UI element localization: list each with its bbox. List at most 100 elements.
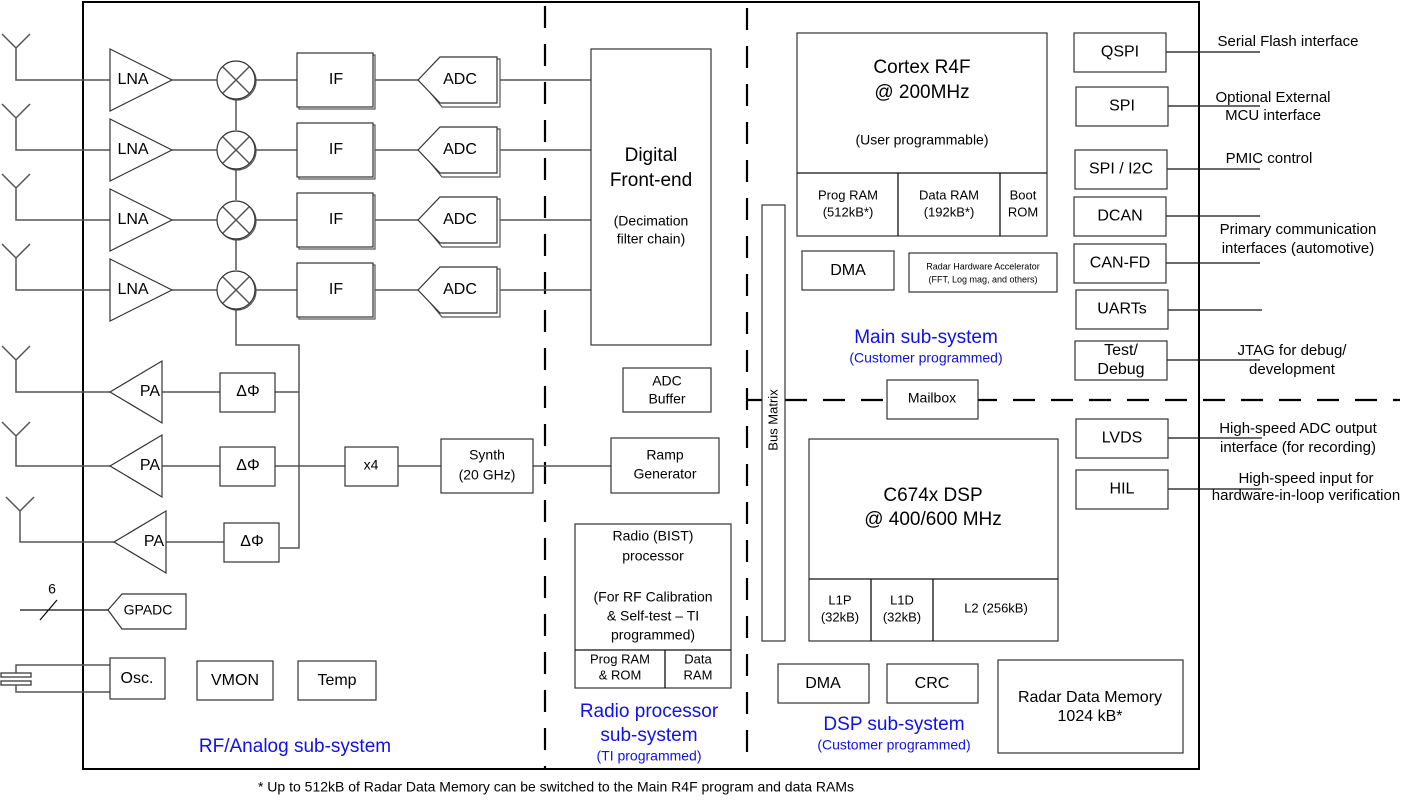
crystal-icon <box>0 664 110 693</box>
ext-label-pmic: PMIC control <box>1226 150 1313 167</box>
rx-chain-3: LNA IF ADC <box>109 188 591 252</box>
ext-label-hil-1: High-speed input for <box>1238 470 1373 487</box>
main-subsystem-subtitle: (Customer programmed) <box>849 350 1002 366</box>
ext-label-can-1: Primary communication <box>1220 221 1377 238</box>
crc-label: CRC <box>915 675 950 692</box>
adc-label: ADC <box>443 71 477 88</box>
pa-label: PA <box>140 383 160 400</box>
dsp-label-2: @ 400/600 MHz <box>864 509 1002 530</box>
ramp-label-2: Generator <box>633 466 696 482</box>
peripheral-label: DCAN <box>1097 208 1142 225</box>
ext-label-lvds-2: interface (for recording) <box>1220 439 1376 456</box>
boot-rom-label-1: Boot <box>1010 187 1037 202</box>
bist-label-4: & Self-test – TI <box>607 608 699 624</box>
radar-soc-block-diagram: LNA IF ADC LNA IF ADC LNA IF ADC LNA IF ADC PA ΔΦ PA Δ… <box>0 1 1400 795</box>
peripheral-test: Test/Debug <box>1074 340 1168 381</box>
adc-buffer-label-1: ADC <box>652 373 682 389</box>
dfe-sub-1: (Decimation <box>614 213 689 229</box>
peripheral-uarts: UARTs <box>1075 289 1169 330</box>
if-label: IF <box>329 71 343 88</box>
prog-ram-label: Prog RAM <box>818 187 878 202</box>
cortex-label-2: @ 200MHz <box>874 82 969 103</box>
bist-processor-block: Radio (BIST) processor (For RF Calibrati… <box>574 523 732 689</box>
bist-data-ram-2: RAM <box>684 667 713 682</box>
phase-shifter-label: ΔΦ <box>240 533 263 550</box>
radar-mem-size: 1024 kB* <box>1058 708 1123 725</box>
dsp-subsystem-subtitle: (Customer programmed) <box>817 737 970 753</box>
dsp-label-1: C674x DSP <box>883 485 982 506</box>
data-ram-size: (192kB*) <box>924 204 975 219</box>
adc-label: ADC <box>443 141 477 158</box>
lna-label: LNA <box>117 141 148 158</box>
ext-label-mcu-2: MCU interface <box>1225 107 1321 124</box>
radio-subsystem-title-2: sub-system <box>600 725 697 746</box>
peripheral-dcan: DCAN <box>1073 196 1167 237</box>
boot-rom-label-2: ROM <box>1008 204 1038 219</box>
hwa-label-2: (FFT, Log mag, and others) <box>928 274 1037 284</box>
dfe-title-2: Front-end <box>610 170 692 191</box>
radar-data-memory-block <box>997 659 1184 754</box>
bist-prog-ram-1: Prog RAM <box>590 651 650 666</box>
bist-prog-ram-2: & ROM <box>599 667 642 682</box>
rx-chain-4: LNA IF ADC <box>109 258 591 322</box>
rf-subsystem-title: RF/Analog sub-system <box>199 736 391 757</box>
peripheral-label: SPI <box>1109 98 1135 115</box>
vmon-label: VMON <box>211 672 259 689</box>
peripheral-label: LVDS <box>1102 430 1143 447</box>
if-label: IF <box>329 141 343 158</box>
peripheral-label: HIL <box>1110 481 1135 498</box>
peripheral-lvds: LVDS <box>1075 418 1169 459</box>
peripheral-label: UARTs <box>1097 301 1147 318</box>
prog-ram-size: (512kB*) <box>823 204 874 219</box>
c674x-dsp-block: C674x DSP @ 400/600 MHz L1P (32kB) L1D (… <box>808 438 1059 642</box>
ext-label-jtag-2: development <box>1249 361 1336 378</box>
gpadc-bus-line <box>20 599 108 621</box>
dfe-sub-2: filter chain) <box>617 231 685 247</box>
peripheral-qspi: QSPI <box>1073 32 1167 73</box>
phase-shifter-label: ΔΦ <box>236 457 259 474</box>
cortex-r4f-block: Cortex R4F @ 200MHz (User programmable) … <box>796 32 1048 237</box>
gpadc-bus-width: 6 <box>48 581 56 597</box>
radio-subsystem-title-1: Radio processor <box>580 701 719 722</box>
lna-label: LNA <box>117 281 148 298</box>
ramp-label-1: Ramp <box>646 447 684 463</box>
synth-label: Synth <box>469 447 505 463</box>
rx-chain-1: LNA IF ADC <box>109 48 591 112</box>
hwa-label-1: Radar Hardware Accelerator <box>926 261 1040 271</box>
data-ram-label: Data RAM <box>919 187 979 202</box>
pa-label: PA <box>140 457 160 474</box>
bus-matrix-label: Bus Matrix <box>765 389 780 451</box>
ext-label-hil-2: hardware-in-loop verification <box>1212 487 1400 504</box>
radar-hwa-block <box>908 252 1058 293</box>
if-label: IF <box>329 281 343 298</box>
ext-label-mcu-1: Optional External <box>1215 89 1330 106</box>
dfe-title-1: Digital <box>625 145 678 166</box>
phase-shifter-label: ΔΦ <box>236 383 259 400</box>
bist-label-5: programmed) <box>611 627 695 643</box>
peripheral-label: CAN-FD <box>1090 255 1150 272</box>
l1d-label: L1D <box>890 592 914 607</box>
peripheral-label: SPI / I2C <box>1089 161 1153 178</box>
peripheral-label-1: Test/ <box>1104 342 1138 359</box>
ext-label-can-2: interfaces (automotive) <box>1222 240 1375 257</box>
adc-label: ADC <box>443 211 477 228</box>
lna-label: LNA <box>117 71 148 88</box>
gpadc-label: GPADC <box>124 602 173 618</box>
dsp-dma-label: DMA <box>805 675 841 692</box>
peripheral-can-fd: CAN-FD <box>1073 243 1167 284</box>
rx-chain-2: LNA IF ADC <box>109 118 591 182</box>
l1d-size: (32kB) <box>883 609 921 624</box>
bist-label-2: processor <box>622 548 684 564</box>
digital-front-end-block <box>590 48 712 346</box>
osc-label: Osc. <box>121 670 154 687</box>
peripheral-spi-i2c: SPI / I2C <box>1074 149 1168 190</box>
radar-mem-label: Radar Data Memory <box>1018 689 1162 706</box>
peripheral-hil: HIL <box>1075 469 1169 510</box>
footnote: * Up to 512kB of Radar Data Memory can b… <box>258 779 854 795</box>
peripheral-label-2: Debug <box>1097 361 1144 378</box>
cortex-label-3: (User programmable) <box>855 132 988 148</box>
cortex-label-1: Cortex R4F <box>873 57 970 78</box>
lna-label: LNA <box>117 211 148 228</box>
bist-data-ram-1: Data <box>684 651 712 666</box>
l1p-size: (32kB) <box>821 609 859 624</box>
